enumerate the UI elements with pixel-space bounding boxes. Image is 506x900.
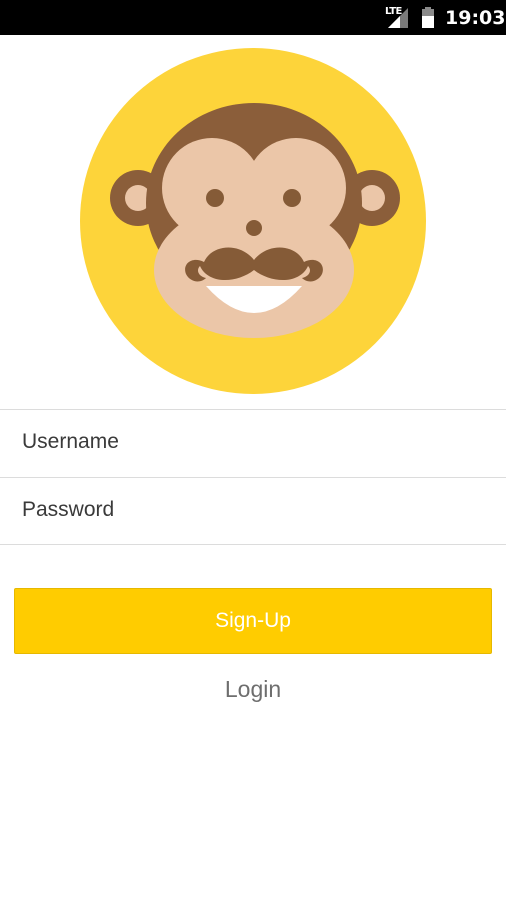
divider (0, 544, 506, 545)
password-row (0, 477, 506, 544)
password-field[interactable] (0, 478, 492, 542)
status-bar: LTE 19:03 (0, 0, 506, 35)
clock: 19:03 (445, 7, 506, 29)
username-row (0, 409, 506, 476)
signal-icon (388, 8, 408, 28)
login-link[interactable]: Login (0, 676, 506, 703)
battery-icon (422, 7, 434, 28)
username-field[interactable] (0, 410, 492, 474)
monkey-mustache-icon (80, 48, 426, 394)
app-logo (80, 48, 426, 394)
signup-button[interactable]: Sign-Up (14, 588, 492, 654)
signup-button-label: Sign-Up (215, 609, 291, 632)
